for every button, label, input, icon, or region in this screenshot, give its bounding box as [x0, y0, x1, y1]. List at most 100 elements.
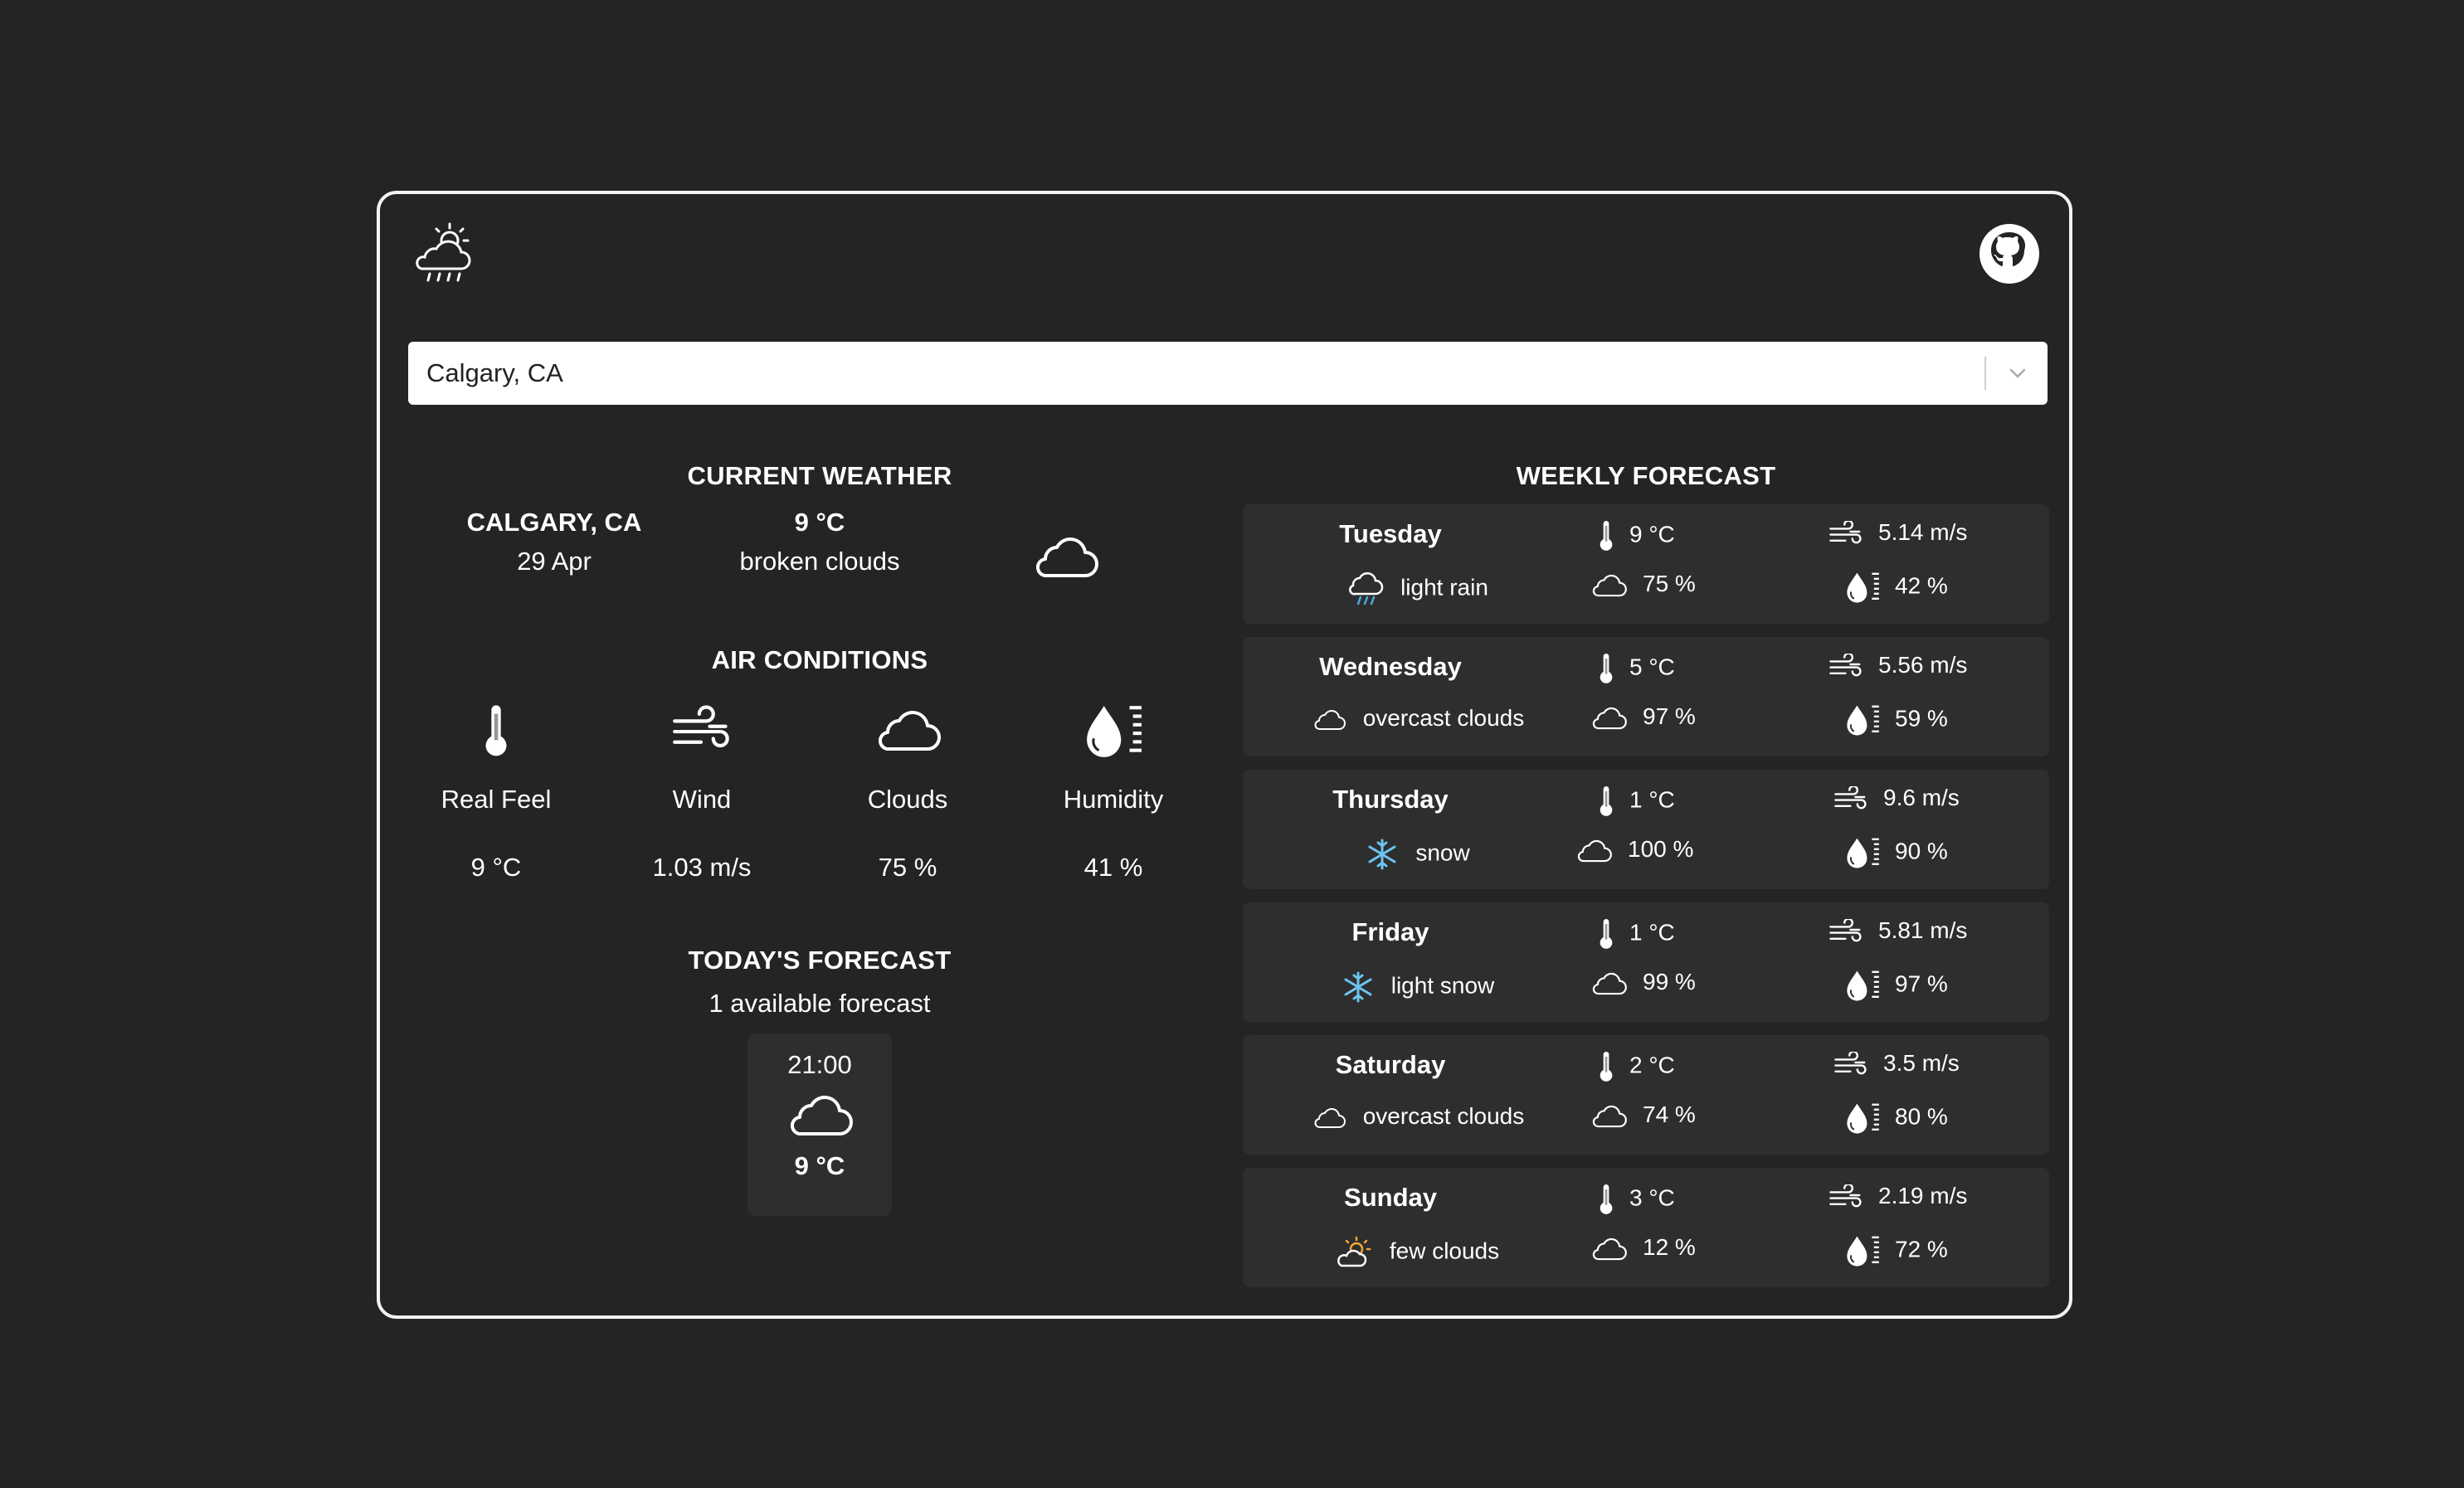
forecast-description: overcast clouds	[1243, 705, 1593, 732]
forecast-temp-value: 9 °C	[1629, 521, 1675, 547]
air-value: 75 %	[878, 853, 937, 882]
forecast-day-name: Wednesday	[1319, 652, 1462, 681]
todays-forecast-title: TODAY'S FORECAST	[688, 946, 952, 975]
city-search-value: Calgary, CA	[426, 358, 563, 387]
forecast-humidity-value: 97 %	[1895, 970, 1948, 997]
forecast-temp: 5 °C	[1598, 652, 1675, 685]
forecast-day-name: Thursday	[1332, 785, 1449, 814]
select-separator	[1984, 357, 1986, 390]
forecast-day-name: Sunday	[1344, 1183, 1437, 1212]
forecast-description: few clouds	[1243, 1236, 1593, 1269]
github-icon[interactable]	[1978, 222, 2041, 285]
forecast-wind: 5.81 m/s	[1829, 917, 1967, 946]
cloud-icon	[1590, 705, 1628, 732]
forecast-description-text: few clouds	[1389, 1238, 1500, 1264]
forecast-clouds: 12 %	[1590, 1234, 1696, 1262]
forecast-day-card: Thursday snow 1 °C 100 % 9.6 m/s 90 %	[1243, 770, 2049, 889]
humidity-icon	[1083, 700, 1143, 761]
wind-icon	[1829, 919, 1863, 946]
hourly-time: 21:00	[787, 1050, 852, 1079]
forecast-description: overcast clouds	[1243, 1103, 1593, 1131]
cloud-icon	[785, 1092, 855, 1140]
humidity-icon	[1845, 969, 1880, 1002]
air-value: 41 %	[1083, 853, 1143, 882]
forecast-day-card: Tuesday light rain 9 °C 75 % 5.14 m/s 42…	[1243, 504, 2049, 624]
forecast-humidity: 90 %	[1845, 836, 1948, 869]
forecast-day-name: Friday	[1351, 917, 1429, 946]
wind-icon	[671, 700, 733, 761]
forecast-description-text: overcast clouds	[1362, 705, 1525, 731]
forecast-humidity-value: 72 %	[1895, 1236, 1948, 1262]
forecast-temp-value: 2 °C	[1629, 1052, 1675, 1078]
forecast-humidity-value: 42 %	[1895, 572, 1948, 599]
forecast-wind-value: 2.19 m/s	[1878, 1183, 1968, 1208]
forecast-clouds: 75 %	[1590, 571, 1696, 599]
forecast-description-text: light rain	[1400, 574, 1488, 601]
air-conditions-grid: Real Feel 9 °C Wind 1.03 m/s Clouds 75 %…	[405, 690, 1234, 889]
forecast-humidity: 97 %	[1845, 969, 1948, 1002]
humidity-icon	[1845, 1101, 1880, 1135]
forecast-wind: 5.56 m/s	[1829, 652, 1967, 680]
forecast-clouds-value: 12 %	[1643, 1234, 1696, 1260]
todays-forecast-subtitle: 1 available forecast	[709, 989, 931, 1018]
left-column: CURRENT WEATHER CALGARY, CA 29 Apr 9 °C …	[405, 458, 1234, 1216]
forecast-temp-value: 1 °C	[1629, 786, 1675, 813]
forecast-day-card: Friday light snow 1 °C 99 % 5.81 m/s 97 …	[1243, 902, 2049, 1022]
forecast-humidity-value: 90 %	[1895, 838, 1948, 864]
forecast-clouds: 74 %	[1590, 1101, 1696, 1130]
wind-icon	[1829, 654, 1863, 680]
forecast-temp-value: 3 °C	[1629, 1184, 1675, 1211]
cloud-sun-rain-icon	[416, 222, 471, 282]
forecast-humidity-value: 59 %	[1895, 705, 1948, 732]
snowflake-icon	[1366, 838, 1399, 871]
app-container: Calgary, CA CURRENT WEATHER CALGARY, CA …	[377, 191, 2072, 1319]
air-label: Real Feel	[441, 785, 552, 814]
forecast-day-card: Saturday overcast clouds 2 °C 74 % 3.5 m…	[1243, 1035, 2049, 1155]
cloud-icon	[1030, 534, 1100, 581]
humidity-icon	[1845, 1234, 1880, 1267]
thermometer-icon	[1598, 917, 1614, 951]
wind-icon	[1833, 1052, 1868, 1078]
current-weather-title: CURRENT WEATHER	[687, 461, 952, 490]
weekly-forecast-title: WEEKLY FORECAST	[1516, 461, 1776, 490]
thermometer-icon	[1598, 1050, 1614, 1083]
forecast-description-text: snow	[1415, 839, 1470, 866]
wind-icon	[1829, 521, 1863, 547]
forecast-temp: 1 °C	[1598, 785, 1675, 818]
forecast-wind: 9.6 m/s	[1833, 785, 1960, 813]
forecast-wind-value: 5.56 m/s	[1878, 652, 1968, 678]
humidity-icon	[1845, 571, 1880, 604]
air-value: 9 °C	[470, 853, 522, 882]
forecast-humidity: 80 %	[1845, 1101, 1948, 1135]
air-item-real-feel: Real Feel 9 °C	[405, 690, 587, 883]
wind-icon	[1829, 1184, 1863, 1211]
cloud-icon	[1590, 572, 1628, 599]
chevron-down-icon[interactable]	[2008, 365, 2028, 382]
air-value: 1.03 m/s	[652, 853, 752, 882]
hourly-forecast-card: 21:00 9 °C	[747, 1033, 892, 1216]
forecast-wind: 2.19 m/s	[1829, 1183, 1967, 1211]
hourly-temp: 9 °C	[794, 1151, 845, 1180]
air-conditions-title: AIR CONDITIONS	[711, 645, 928, 674]
air-item-clouds: Clouds 75 %	[816, 690, 999, 883]
current-weather-row: CALGARY, CA 29 Apr 9 °C broken clouds	[405, 494, 1234, 610]
city-search-select[interactable]: Calgary, CA	[408, 342, 2048, 405]
forecast-clouds-value: 100 %	[1628, 836, 1694, 862]
forecast-temp-value: 5 °C	[1629, 654, 1675, 680]
forecast-wind: 5.14 m/s	[1829, 519, 1967, 547]
forecast-clouds-value: 99 %	[1643, 969, 1696, 994]
air-label: Wind	[672, 785, 732, 814]
forecast-wind-value: 9.6 m/s	[1883, 785, 1960, 810]
cloud-icon	[1590, 1236, 1628, 1262]
forecast-day-card: Wednesday overcast clouds 5 °C 97 % 5.56…	[1243, 637, 2049, 756]
right-column: WEEKLY FORECAST Tuesday light rain 9 °C …	[1243, 458, 2049, 1301]
current-city: CALGARY, CA	[466, 508, 642, 537]
sun-cloud-icon	[1337, 1236, 1373, 1269]
current-date: 29 Apr	[517, 547, 592, 576]
forecast-wind: 3.5 m/s	[1833, 1050, 1960, 1078]
air-item-humidity: Humidity 41 %	[1022, 690, 1205, 883]
forecast-clouds: 99 %	[1590, 969, 1696, 997]
thermometer-icon	[1598, 519, 1614, 552]
forecast-day-name: Tuesday	[1339, 519, 1442, 548]
forecast-humidity: 42 %	[1845, 571, 1948, 604]
